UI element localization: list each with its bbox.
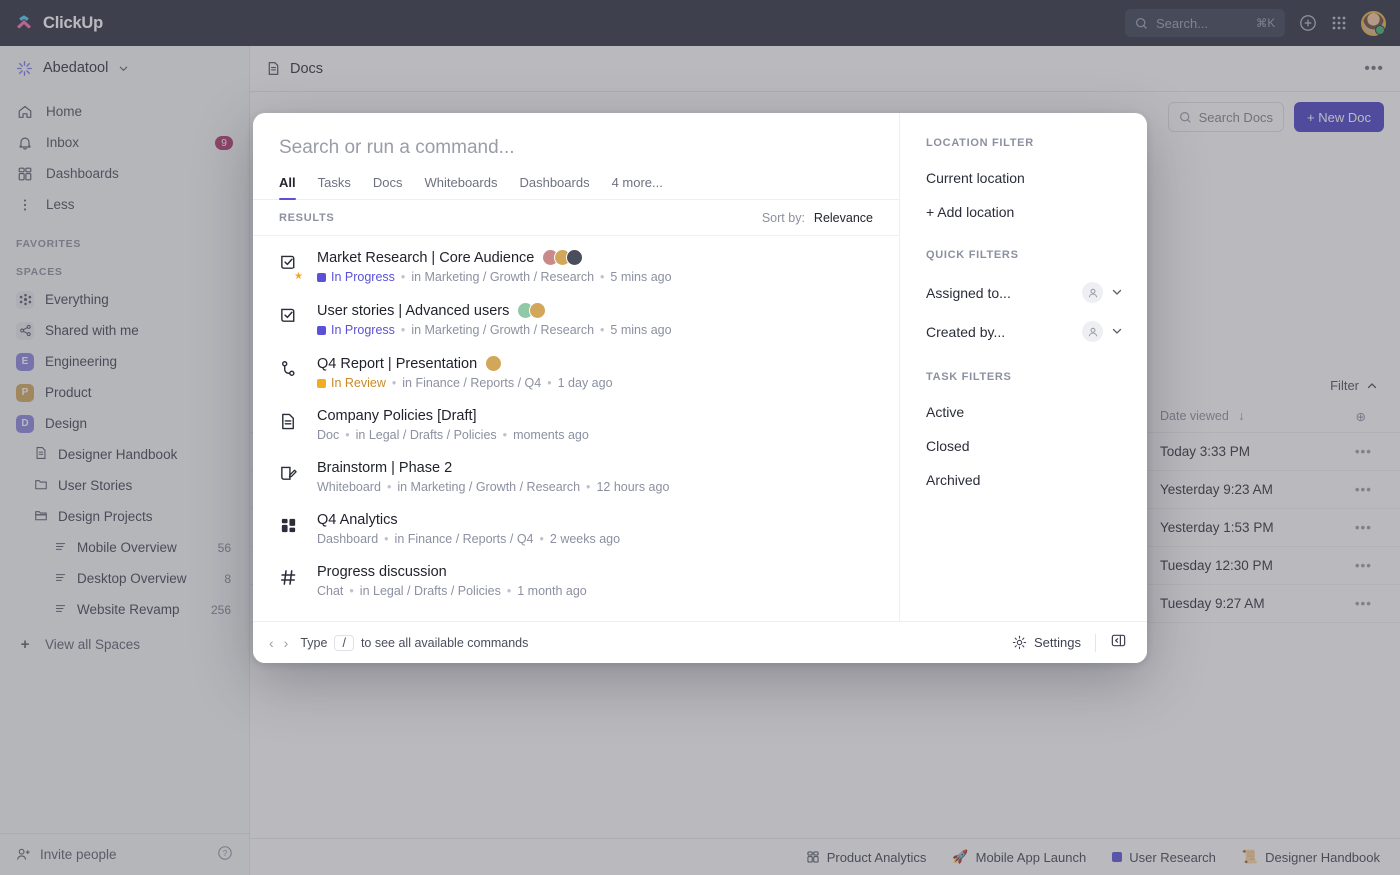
- results-list: ★ Market Research | Core Audience: [253, 236, 899, 663]
- result-type: Chat: [317, 584, 343, 598]
- quick-filters-label: QUICK FILTERS: [926, 249, 1147, 261]
- result-time: moments ago: [513, 428, 589, 442]
- sort-by-value[interactable]: Relevance: [814, 211, 873, 225]
- result-location: in Legal / Drafts / Policies: [356, 428, 497, 442]
- result-location: in Legal / Drafts / Policies: [360, 584, 501, 598]
- location-filter-label: LOCATION FILTER: [926, 137, 1147, 149]
- tab-docs[interactable]: Docs: [373, 175, 403, 199]
- result-type: Doc: [317, 428, 339, 442]
- result-title: Q4 Analytics: [317, 512, 398, 528]
- result-location: in Finance / Reports / Q4: [402, 376, 541, 390]
- palette-left-pane: All Tasks Docs Whiteboards Dashboards 4 …: [253, 113, 899, 663]
- star-icon: ★: [291, 269, 306, 284]
- add-location-button[interactable]: + Add location: [926, 195, 1147, 229]
- sort-by-label: Sort by:: [762, 211, 805, 225]
- result-title: Q4 Report | Presentation: [317, 356, 477, 372]
- result-time: 2 weeks ago: [550, 532, 620, 546]
- tab-more[interactable]: 4 more...: [612, 175, 663, 199]
- task-filter-closed[interactable]: Closed: [926, 429, 1147, 463]
- assigned-to-filter[interactable]: Assigned to...: [926, 273, 1147, 312]
- subtask-icon: [279, 355, 301, 383]
- tab-all[interactable]: All: [279, 175, 296, 199]
- result-time: 5 mins ago: [610, 270, 671, 284]
- result-title: User stories | Advanced users: [317, 303, 509, 319]
- assignee-avatars[interactable]: [542, 249, 583, 266]
- result-title: Brainstorm | Phase 2: [317, 460, 452, 476]
- result-title: Company Policies [Draft]: [317, 408, 477, 424]
- tab-tasks[interactable]: Tasks: [318, 175, 351, 199]
- settings-label: Settings: [1034, 635, 1081, 650]
- divider: [1095, 634, 1096, 652]
- result-type: Dashboard: [317, 532, 378, 546]
- task-filter-active[interactable]: Active: [926, 395, 1147, 429]
- settings-button[interactable]: Settings: [1012, 635, 1081, 650]
- gear-icon: [1012, 635, 1027, 650]
- result-location: in Marketing / Growth / Research: [411, 270, 594, 284]
- whiteboard-icon: [279, 460, 301, 488]
- status-color-dot: [317, 273, 326, 282]
- result-time: 1 month ago: [517, 584, 587, 598]
- dashboard-icon: [279, 512, 301, 540]
- palette-right-pane: LOCATION FILTER Current location + Add l…: [899, 113, 1147, 663]
- chevron-down-icon[interactable]: [1111, 285, 1123, 301]
- result-status: In Progress: [331, 270, 395, 284]
- result-title: Progress discussion: [317, 564, 447, 580]
- footer-type-label: Type: [300, 636, 327, 650]
- result-item[interactable]: Progress discussion Chat •in Legal / Dra…: [253, 555, 899, 607]
- result-status: In Progress: [331, 323, 395, 337]
- result-item[interactable]: Company Policies [Draft] Doc •in Legal /…: [253, 399, 899, 451]
- avatar: [566, 249, 583, 266]
- status-color-dot: [317, 379, 326, 388]
- result-item[interactable]: ★ Market Research | Core Audience: [253, 240, 899, 293]
- palette-tabs: All Tasks Docs Whiteboards Dashboards 4 …: [253, 165, 899, 200]
- result-time: 5 mins ago: [610, 323, 671, 337]
- toggle-panel-icon[interactable]: [1110, 632, 1127, 654]
- created-by-filter[interactable]: Created by...: [926, 312, 1147, 351]
- tab-dashboards[interactable]: Dashboards: [519, 175, 589, 199]
- avatar: [485, 355, 502, 372]
- chevron-down-icon[interactable]: [1111, 324, 1123, 340]
- command-palette-modal: All Tasks Docs Whiteboards Dashboards 4 …: [253, 113, 1147, 663]
- slash-key-hint: /: [334, 635, 353, 651]
- chat-hash-icon: [279, 564, 301, 592]
- person-icon[interactable]: [1082, 321, 1103, 342]
- result-item[interactable]: Q4 Analytics Dashboard •in Finance / Rep…: [253, 503, 899, 555]
- tab-whiteboards[interactable]: Whiteboards: [424, 175, 497, 199]
- result-title: Market Research | Core Audience: [317, 250, 534, 266]
- result-location: in Marketing / Growth / Research: [397, 480, 580, 494]
- current-location-option[interactable]: Current location: [926, 161, 1147, 195]
- result-item[interactable]: User stories | Advanced users In Progres…: [253, 293, 899, 346]
- result-time: 12 hours ago: [596, 480, 669, 494]
- result-type: Whiteboard: [317, 480, 381, 494]
- result-location: in Finance / Reports / Q4: [395, 532, 534, 546]
- avatar: [529, 302, 546, 319]
- result-item[interactable]: Brainstorm | Phase 2 Whiteboard •in Mark…: [253, 451, 899, 503]
- command-palette-input[interactable]: [279, 131, 873, 165]
- result-status: In Review: [331, 376, 386, 390]
- assignee-avatars[interactable]: [485, 355, 502, 372]
- task-filter-archived[interactable]: Archived: [926, 463, 1147, 497]
- result-location: in Marketing / Growth / Research: [411, 323, 594, 337]
- results-header: RESULTS Sort by: Relevance: [253, 200, 899, 236]
- status-color-dot: [317, 326, 326, 335]
- prev-button[interactable]: ‹: [269, 635, 274, 651]
- footer-hint: to see all available commands: [361, 636, 528, 650]
- result-time: 1 day ago: [558, 376, 613, 390]
- task-checkbox-icon: ★: [279, 249, 301, 277]
- palette-footer: ‹ › Type / to see all available commands: [253, 621, 1147, 663]
- next-button[interactable]: ›: [284, 635, 289, 651]
- person-icon[interactable]: [1082, 282, 1103, 303]
- doc-icon: [279, 408, 301, 436]
- assignee-avatars[interactable]: [517, 302, 546, 319]
- created-by-label: Created by...: [926, 324, 1005, 340]
- task-filters-label: TASK FILTERS: [926, 371, 1147, 383]
- task-checkbox-icon: [279, 302, 301, 330]
- result-item[interactable]: Q4 Report | Presentation In Review •in F…: [253, 346, 899, 399]
- results-label: RESULTS: [279, 212, 334, 224]
- assigned-to-label: Assigned to...: [926, 285, 1011, 301]
